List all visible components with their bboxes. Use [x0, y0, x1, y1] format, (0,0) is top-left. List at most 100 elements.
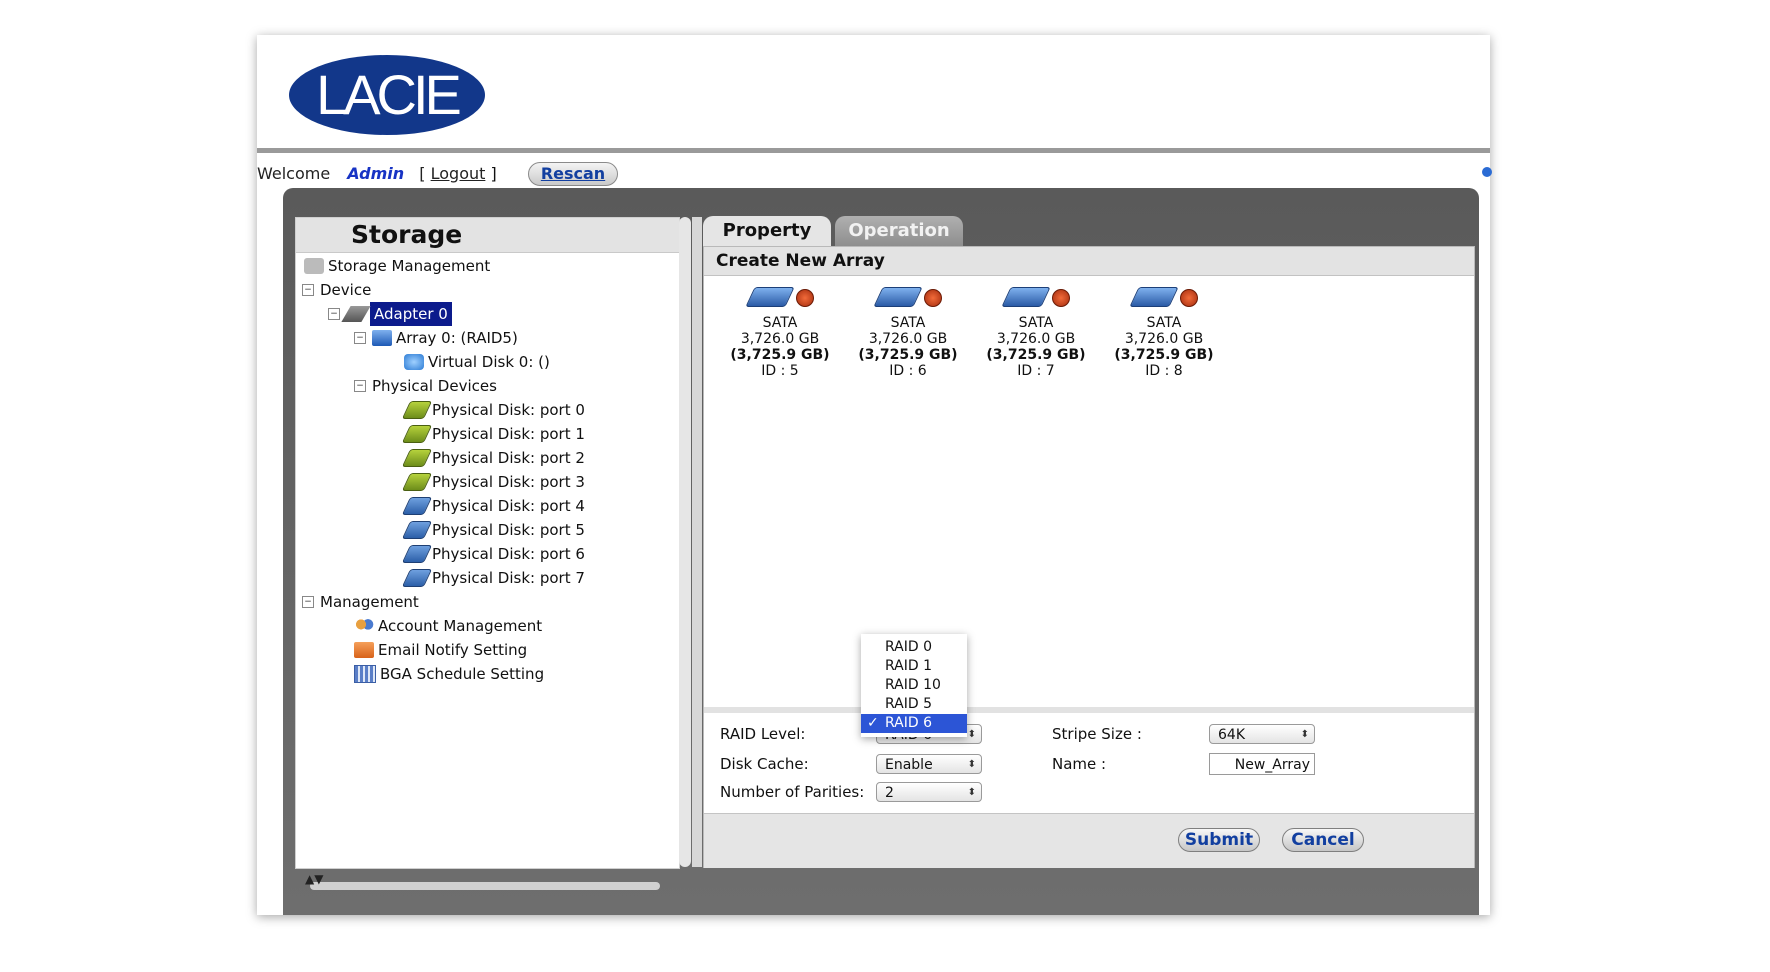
- users-icon: [354, 618, 374, 634]
- tree-physical-disk[interactable]: Physical Disk: port 0: [401, 398, 585, 422]
- tree-array[interactable]: − Array 0: (RAID5): [354, 326, 518, 350]
- stripe-size-select[interactable]: 64K ⬍: [1209, 724, 1315, 744]
- green-disk-icon: [401, 449, 433, 467]
- collapse-icon[interactable]: −: [354, 332, 366, 344]
- green-disk-icon: [401, 401, 433, 419]
- option-label: RAID 0: [885, 639, 933, 655]
- option-label: RAID 1: [885, 658, 933, 674]
- tree-physical-devices[interactable]: − Physical Devices: [354, 374, 497, 398]
- storage-tree: Storage Management − Device − Adapter 0 …: [296, 254, 676, 844]
- parities-select[interactable]: 2 ⬍: [876, 782, 982, 802]
- blue-disk-icon: [401, 569, 433, 587]
- array-icon: [372, 330, 392, 346]
- raid-option[interactable]: RAID 0: [861, 638, 967, 657]
- tree-label: Physical Disk: port 7: [432, 569, 585, 587]
- tree-physical-disk[interactable]: Physical Disk: port 1: [401, 422, 585, 446]
- disk-id: ID : 5: [761, 363, 799, 379]
- disk-type: SATA: [890, 315, 926, 331]
- parities-value: 2: [885, 785, 894, 801]
- array-name-input[interactable]: New_Array: [1209, 753, 1315, 775]
- disk-cache-select[interactable]: Enable ⬍: [876, 754, 982, 774]
- disk-type: SATA: [762, 315, 798, 331]
- nav-arrows[interactable]: ▲▼: [295, 870, 688, 888]
- tree-account-management[interactable]: Account Management: [354, 614, 542, 638]
- tree-label: Physical Disk: port 2: [432, 449, 585, 467]
- disk-type: SATA: [1146, 315, 1182, 331]
- tree-device[interactable]: − Device: [302, 278, 371, 302]
- submit-button[interactable]: Submit: [1178, 828, 1260, 852]
- green-disk-icon: [401, 473, 433, 491]
- option-label: RAID 10: [885, 677, 941, 693]
- disk-usable-size: (3,725.9 GB): [858, 347, 958, 363]
- disk-size: 3,726.0 GB: [996, 331, 1076, 347]
- form-footer: Submit Cancel: [704, 813, 1474, 868]
- raid-option-selected[interactable]: ✓ RAID 6: [861, 714, 967, 733]
- disk-id: ID : 6: [889, 363, 927, 379]
- tree-physical-disk[interactable]: Physical Disk: port 5: [401, 518, 585, 542]
- tab-property[interactable]: Property: [703, 216, 831, 246]
- rescan-button[interactable]: Rescan: [527, 161, 619, 186]
- tree-physical-disk[interactable]: Physical Disk: port 3: [401, 470, 585, 494]
- tree-label: Physical Disk: port 0: [432, 401, 585, 419]
- blue-disk-icon: [401, 521, 433, 539]
- select-arrows-icon: ⬍: [967, 729, 976, 740]
- create-array-panel: Create New Array SATA 3,726.0 GB (3,725.…: [703, 246, 1475, 868]
- disk-cache-value: Enable: [885, 757, 933, 773]
- tree-bga-schedule[interactable]: BGA Schedule Setting: [354, 662, 544, 686]
- tree-physical-disk[interactable]: Physical Disk: port 6: [401, 542, 585, 566]
- option-label: RAID 5: [885, 696, 933, 712]
- logout-link[interactable]: Logout: [431, 161, 486, 187]
- disk-card[interactable]: SATA 3,726.0 GB (3,725.9 GB) ID : 5: [724, 283, 836, 379]
- collapse-icon[interactable]: −: [302, 284, 314, 296]
- tree-label: BGA Schedule Setting: [380, 665, 545, 683]
- stripe-size-label: Stripe Size :: [1052, 725, 1142, 743]
- tree-label: Email Notify Setting: [378, 641, 528, 659]
- array-settings-form: RAID Level: RAID 6⬍ Disk Cache: Enable⬍ …: [704, 713, 1474, 813]
- panel-splitter[interactable]: [692, 217, 702, 867]
- storage-tree-panel: Storage Storage Management − Device − Ad…: [295, 217, 680, 890]
- raid-option[interactable]: RAID 1: [861, 657, 967, 676]
- tree-label: Management: [320, 593, 419, 611]
- tree-physical-disk[interactable]: Physical Disk: port 4: [401, 494, 585, 518]
- stripe-size-value: 64K: [1218, 727, 1245, 743]
- tree-virtual-disk[interactable]: Virtual Disk 0: (): [404, 350, 550, 374]
- disk-card[interactable]: SATA 3,726.0 GB (3,725.9 GB) ID : 8: [1108, 283, 1220, 379]
- app-window: LACIE Welcome Admin [ Logout ] Rescan St…: [257, 35, 1492, 915]
- admin-username: Admin: [347, 163, 405, 183]
- raid-option[interactable]: RAID 10: [861, 676, 967, 695]
- cancel-button[interactable]: Cancel: [1282, 828, 1364, 852]
- select-arrows-icon: ⬍: [1300, 729, 1309, 740]
- tree-label: Physical Disk: port 4: [432, 497, 585, 515]
- tree-label: Physical Disk: port 5: [432, 521, 585, 539]
- disk-card[interactable]: SATA 3,726.0 GB (3,725.9 GB) ID : 6: [852, 283, 964, 379]
- tree-label: Virtual Disk 0: (): [428, 353, 550, 371]
- disk-cache-label: Disk Cache:: [720, 755, 809, 773]
- collapse-icon[interactable]: −: [354, 380, 366, 392]
- section-title: Create New Array: [704, 247, 1474, 276]
- tab-operation[interactable]: Operation: [835, 216, 963, 246]
- disk-id: ID : 7: [1017, 363, 1055, 379]
- raid-level-label: RAID Level:: [720, 725, 806, 743]
- disk-id: ID : 8: [1145, 363, 1183, 379]
- tree-label: Physical Disk: port 1: [432, 425, 585, 443]
- tree-label: Adapter 0: [370, 302, 452, 326]
- parities-label: Number of Parities:: [720, 783, 865, 801]
- vertical-scrollbar[interactable]: [679, 217, 691, 867]
- tree-adapter[interactable]: − Adapter 0: [328, 302, 452, 326]
- disk-card[interactable]: SATA 3,726.0 GB (3,725.9 GB) ID : 7: [980, 283, 1092, 379]
- collapse-icon[interactable]: −: [328, 308, 340, 320]
- tree-management[interactable]: − Management: [302, 590, 419, 614]
- storage-management-icon: [304, 258, 324, 274]
- raid-option[interactable]: RAID 5: [861, 695, 967, 714]
- tree-physical-disk[interactable]: Physical Disk: port 7: [401, 566, 585, 590]
- collapse-icon[interactable]: −: [302, 596, 314, 608]
- disk-size: 3,726.0 GB: [740, 331, 820, 347]
- status-dot-icon: [1482, 167, 1492, 177]
- tree-storage-management[interactable]: Storage Management: [304, 254, 490, 278]
- tree-physical-disk[interactable]: Physical Disk: port 2: [401, 446, 585, 470]
- tree-label: Array 0: (RAID5): [396, 329, 518, 347]
- disk-usable-size: (3,725.9 GB): [986, 347, 1086, 363]
- tree-label: Storage Management: [328, 257, 491, 275]
- tree-email-notify[interactable]: Email Notify Setting: [354, 638, 527, 662]
- disk-drive-icon: [1108, 283, 1220, 311]
